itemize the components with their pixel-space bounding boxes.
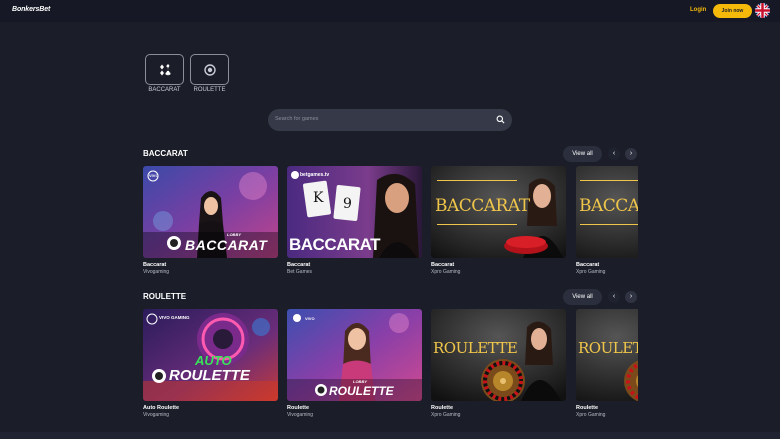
art-badge: AUTO [195,353,232,368]
game-thumbnail[interactable]: BACCARAT [576,166,638,258]
view-all-roulette-button[interactable]: View all [563,289,602,305]
game-name: Baccarat [143,262,167,268]
art-title: BACCARAT [579,196,638,216]
roulette-games-row: VIVO GAMING AUTO ROULETTE Auto Roulette … [143,309,638,421]
game-thumbnail[interactable]: VIVO GAMING AUTO ROULETTE [143,309,278,401]
svg-text:9: 9 [343,196,352,212]
login-link[interactable]: Login [690,7,706,13]
category-baccarat-tile[interactable] [145,54,184,85]
uk-flag-icon[interactable] [755,3,770,18]
chevron-left-icon[interactable]: ‹ [608,291,620,303]
game-card[interactable]: ROULETTE Roulette Xpro Gaming [431,309,566,418]
roulette-wheel-icon [204,64,216,76]
game-thumbnail[interactable]: BACCARAT [431,166,566,258]
game-card[interactable]: VIVO LOBBY BACCARAT Baccarat Vivogaming [143,166,278,275]
search-input[interactable]: Search for games [275,116,318,122]
game-name: Roulette [576,405,598,411]
art-title: ROULETTE [433,339,518,357]
art-title: ROULETTE [329,384,394,398]
game-provider: Xpro Gaming [431,412,461,418]
category-roulette-label: ROULETTE [193,87,226,93]
game-name: Auto Roulette [143,405,180,411]
svg-text:K: K [313,190,324,206]
category-roulette-tile[interactable] [190,54,229,85]
game-card[interactable]: VIVO GAMING AUTO ROULETTE Auto Roulette … [143,309,278,418]
art-title: BACCARAT [185,237,268,253]
game-thumbnail[interactable]: ROULETTE [576,309,638,401]
game-name: Baccarat [431,262,455,268]
game-thumbnail[interactable]: VIVO LOBBY ROULETTE [287,309,422,401]
view-all-baccarat-button[interactable]: View all [563,146,602,162]
game-provider: Vivogaming [287,412,314,418]
art-title: ROULETTE [169,367,250,384]
game-thumbnail[interactable]: VIVO LOBBY BACCARAT [143,166,278,258]
game-name: Roulette [287,405,309,411]
provider-logo: VIVO GAMING [159,315,190,320]
footer-strip [0,432,780,439]
category-baccarat-label: BACCARAT [148,87,181,93]
game-thumbnail[interactable]: ROULETTE [431,309,566,401]
baccarat-games-row: VIVO LOBBY BACCARAT Baccarat Vivogaming … [143,166,638,278]
top-header: BonkersBet Login Join now [0,0,780,22]
section-title-roulette: ROULETTE [143,292,187,301]
game-card[interactable]: VIVO LOBBY ROULETTE Roulette Vivogaming [287,309,422,418]
game-provider: Bet Games [287,269,313,275]
game-card[interactable]: K 9 betgames.tv BACCARAT Baccarat Bet Ga… [287,166,422,275]
provider-logo: betgames.tv [300,172,330,178]
art-title: BACCARAT [289,235,381,254]
search-bar[interactable]: Search for games [268,109,512,131]
chevron-left-icon[interactable]: ‹ [608,148,620,160]
game-name: Baccarat [287,262,311,268]
join-now-button[interactable]: Join now [713,4,752,18]
brand-logo[interactable]: BonkersBet [12,6,50,13]
chevron-right-icon[interactable]: › [625,148,637,160]
provider-logo: VIVO [305,316,315,321]
game-name: Roulette [431,405,453,411]
game-provider: Vivogaming [143,269,170,275]
chevron-right-icon[interactable]: › [625,291,637,303]
game-card[interactable]: BACCARAT Baccarat Xpro Gaming [576,166,638,275]
game-provider: Xpro Gaming [576,412,606,418]
search-icon[interactable] [496,115,505,124]
game-name: Baccarat [576,262,600,268]
art-title: ROULETTE [578,339,638,357]
game-provider: Xpro Gaming [431,269,461,275]
section-title-baccarat: BACCARAT [143,149,188,158]
art-title: BACCARAT [435,196,530,216]
game-card[interactable]: BACCARAT Baccarat Xpro Gaming [431,166,566,275]
game-card[interactable]: ROULETTE Roulette Xpro Gaming [576,309,638,418]
game-provider: Xpro Gaming [576,269,606,275]
game-thumbnail[interactable]: K 9 betgames.tv BACCARAT [287,166,422,258]
provider-logo: VIVO [149,173,159,178]
game-provider: Vivogaming [143,412,170,418]
cards-suits-icon [160,64,171,76]
